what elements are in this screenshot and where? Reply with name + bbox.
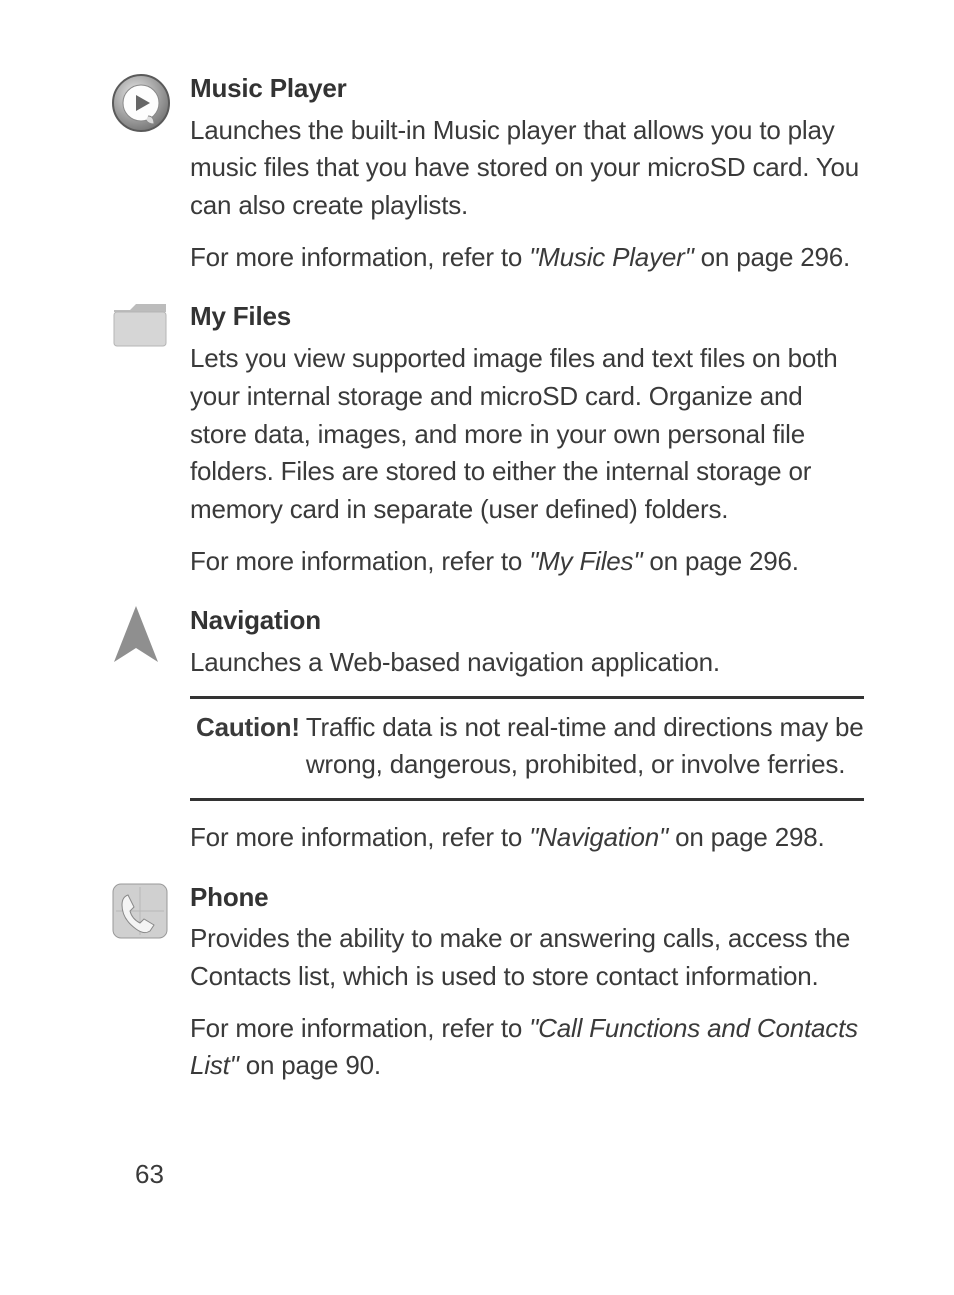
caution-text: Traffic data is not real-time and direct… bbox=[306, 709, 864, 784]
ref-italic: "Music Player" bbox=[529, 242, 693, 272]
ref-suffix: on page 90. bbox=[239, 1050, 381, 1080]
ref-prefix: For more information, refer to bbox=[190, 1013, 529, 1043]
entry-my-files: My Files Lets you view supported image f… bbox=[110, 298, 864, 594]
folder-icon bbox=[110, 298, 190, 350]
ref-prefix: For more information, refer to bbox=[190, 242, 529, 272]
phone-body: Provides the ability to make or answerin… bbox=[190, 920, 864, 995]
ref-italic: "My Files" bbox=[529, 546, 642, 576]
music-player-ref: For more information, refer to "Music Pl… bbox=[190, 239, 864, 277]
phone-title: Phone bbox=[190, 879, 864, 917]
ref-prefix: For more information, refer to bbox=[190, 546, 529, 576]
ref-suffix: on page 298. bbox=[668, 822, 824, 852]
my-files-title: My Files bbox=[190, 298, 864, 336]
phone-icon bbox=[110, 879, 190, 941]
music-player-title: Music Player bbox=[190, 70, 864, 108]
page-number: 63 bbox=[135, 1159, 164, 1190]
caution-box: Caution! Traffic data is not real-time a… bbox=[190, 696, 864, 801]
entry-phone: Phone Provides the ability to make or an… bbox=[110, 879, 864, 1099]
music-player-icon bbox=[110, 70, 190, 134]
navigation-arrow-icon bbox=[110, 602, 190, 668]
ref-suffix: on page 296. bbox=[694, 242, 850, 272]
ref-suffix: on page 296. bbox=[642, 546, 798, 576]
navigation-ref: For more information, refer to "Navigati… bbox=[190, 819, 864, 857]
caution-label: Caution! bbox=[190, 709, 300, 784]
entry-navigation: Navigation Launches a Web-based navigati… bbox=[110, 602, 864, 870]
ref-prefix: For more information, refer to bbox=[190, 822, 529, 852]
music-player-body: Launches the built-in Music player that … bbox=[190, 112, 864, 225]
phone-ref: For more information, refer to "Call Fun… bbox=[190, 1010, 864, 1085]
navigation-title: Navigation bbox=[190, 602, 864, 640]
my-files-ref: For more information, refer to "My Files… bbox=[190, 543, 864, 581]
entry-music-player: Music Player Launches the built-in Music… bbox=[110, 70, 864, 290]
my-files-body: Lets you view supported image files and … bbox=[190, 340, 864, 528]
navigation-body: Launches a Web-based navigation applicat… bbox=[190, 644, 864, 682]
ref-italic: "Navigation" bbox=[529, 822, 668, 852]
